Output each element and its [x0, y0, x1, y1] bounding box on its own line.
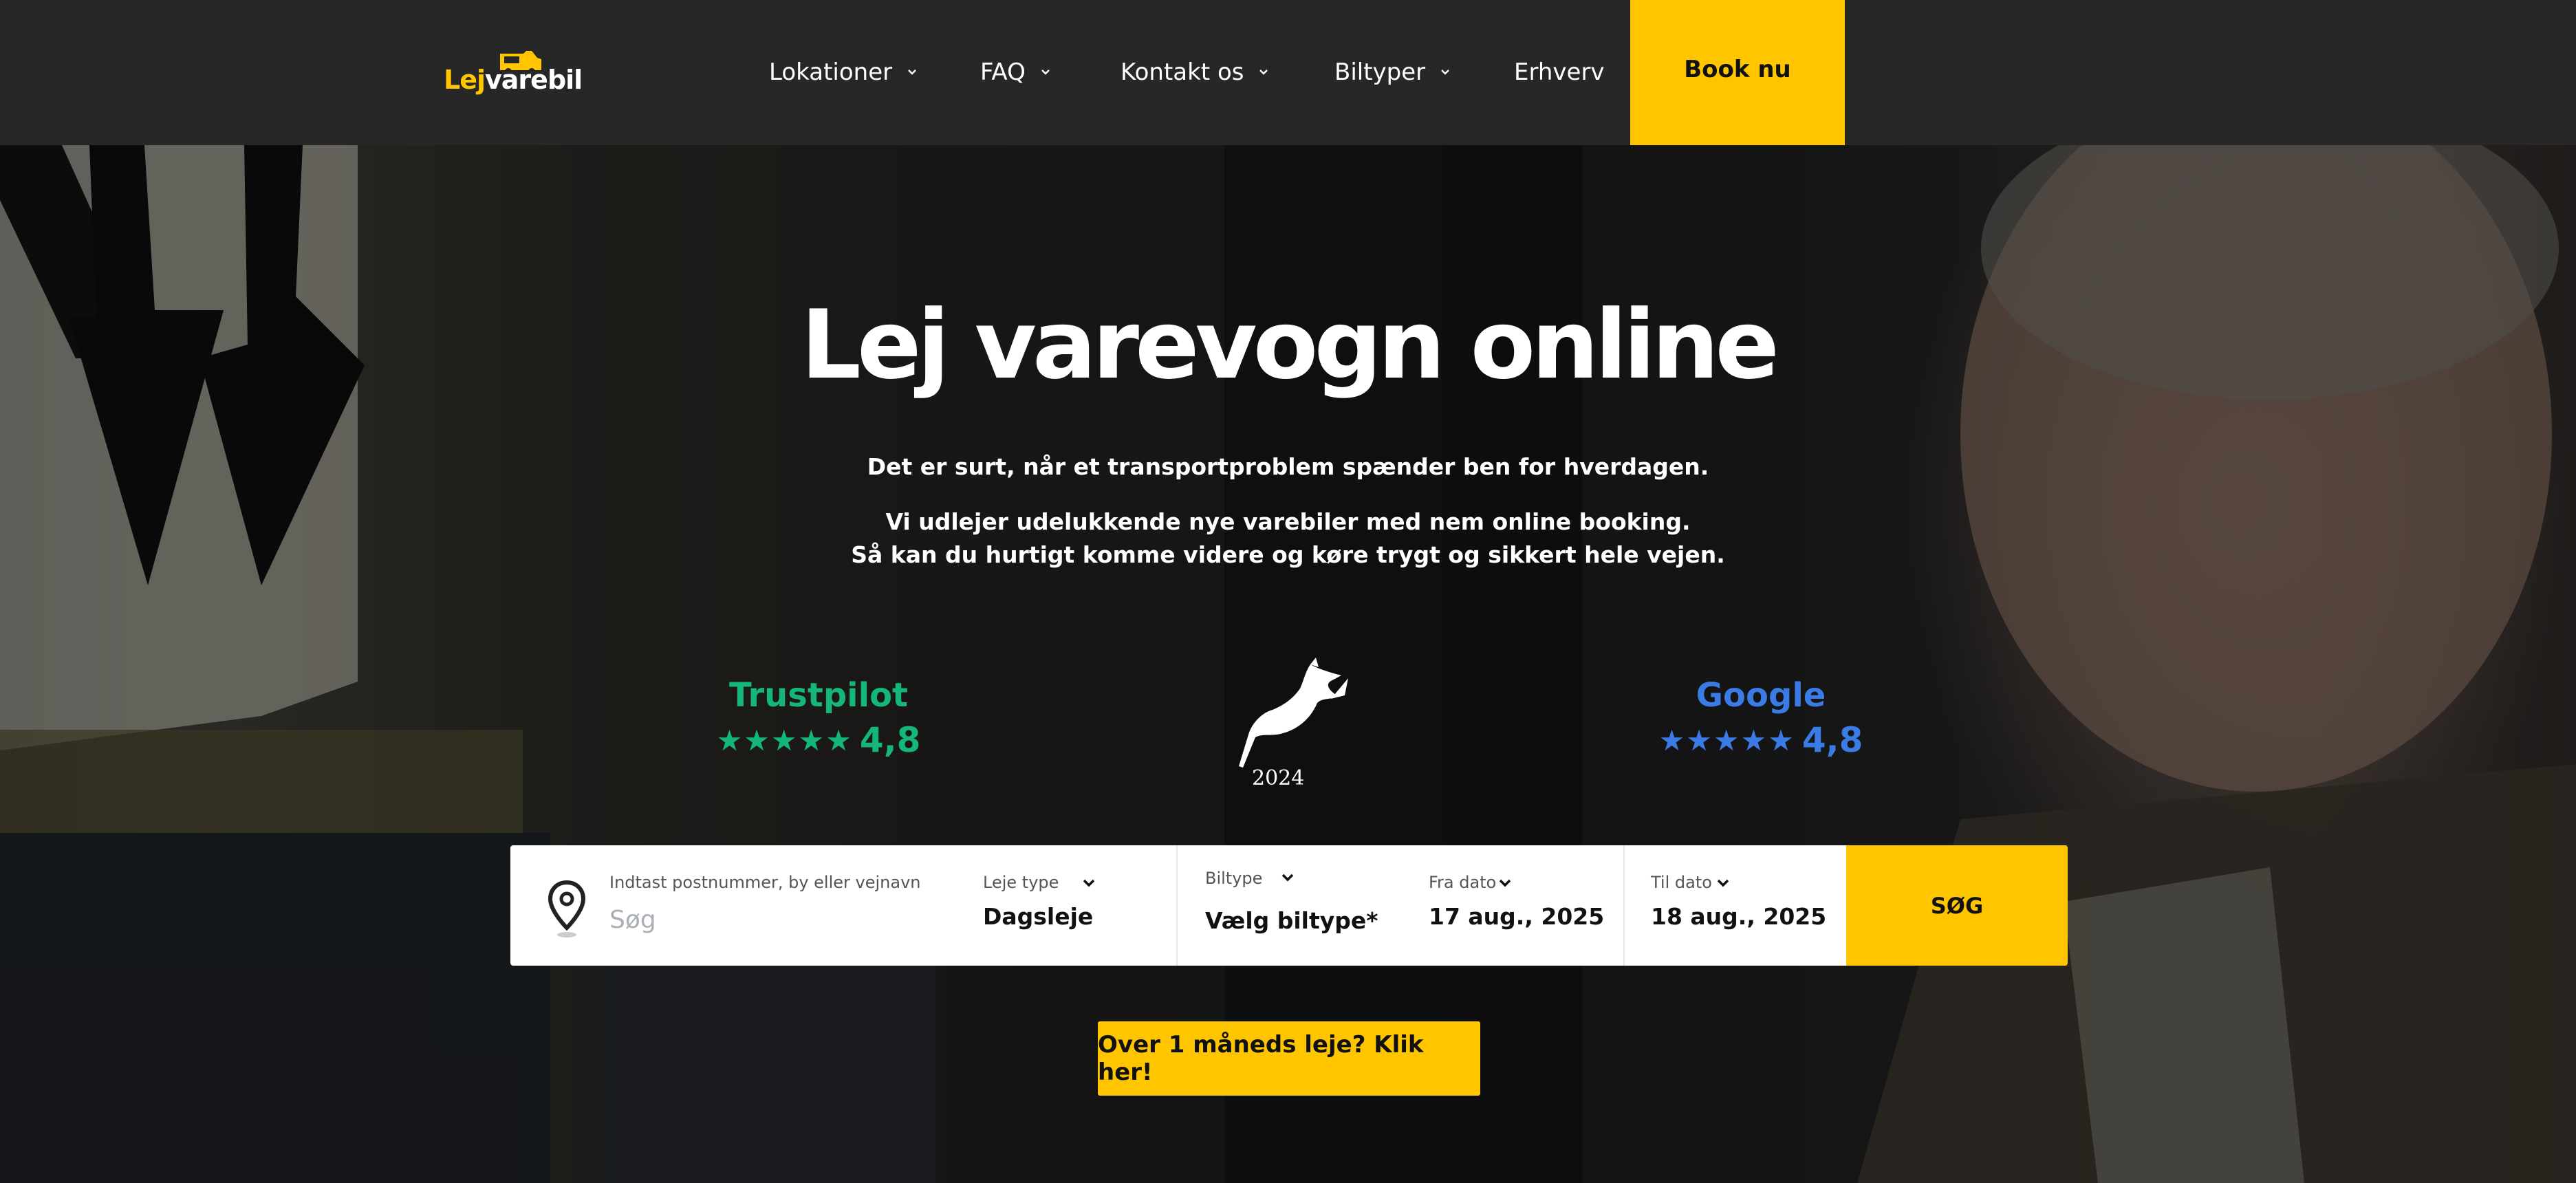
- rent-type-select[interactable]: Leje type Dagsleje: [964, 845, 1164, 966]
- nav-lokationer-label: Lokationer: [769, 58, 893, 86]
- car-type-value: Vælg biltype*: [1205, 907, 1378, 934]
- chevron-down-icon: [1441, 69, 1450, 75]
- nav-kontakt-os-label: Kontakt os: [1121, 58, 1244, 86]
- chevron-down-icon: [1281, 873, 1294, 882]
- hero-body-line-2: Så kan du hurtigt komme videre og køre t…: [851, 541, 1725, 568]
- hero-section: Lej varevogn online Det er surt, når et …: [0, 145, 2576, 1183]
- from-date-value: 17 aug., 2025: [1429, 903, 1605, 930]
- trustpilot-rating[interactable]: Trustpilot ★★★★★ 4,8: [702, 675, 935, 760]
- nav-biltyper[interactable]: Biltyper: [1334, 55, 1453, 89]
- chevron-down-icon: [1717, 879, 1729, 887]
- search-submit-button[interactable]: SØG: [1846, 845, 2068, 966]
- to-date-label: Til dato: [1651, 873, 1712, 892]
- logo-text-lej: Lej: [444, 65, 486, 95]
- chevron-down-icon: [1083, 879, 1095, 887]
- logo-wordmark: Lejvarebil: [444, 65, 583, 95]
- rent-type-label: Leje type: [983, 873, 1059, 892]
- car-type-select[interactable]: Biltype Vælg biltype*: [1178, 845, 1400, 966]
- google-score: 4,8: [1801, 720, 1863, 760]
- google-rating[interactable]: Google ★★★★★ 4,8: [1644, 675, 1878, 760]
- google-stars-icon: ★★★★★: [1658, 723, 1795, 757]
- from-date-label: Fra dato: [1429, 873, 1497, 892]
- location-label: Indtast postnummer, by eller vejnavn: [609, 873, 921, 892]
- to-date-picker[interactable]: Til dato 18 aug., 2025: [1625, 845, 1845, 966]
- car-type-label: Biltype: [1205, 869, 1263, 888]
- logo-text-varebil: varebil: [485, 65, 583, 95]
- chevron-down-icon: [908, 69, 916, 75]
- nav-erhverv-label: Erhverv: [1514, 58, 1605, 86]
- hero-body-line-1: Vi udlejer udelukkende nye varebiler med…: [885, 508, 1691, 535]
- nav-erhverv[interactable]: Erhverv: [1514, 55, 1605, 89]
- nav-kontakt-os[interactable]: Kontakt os: [1121, 55, 1271, 89]
- from-date-picker[interactable]: Fra dato 17 aug., 2025: [1400, 845, 1606, 966]
- location-search-input[interactable]: [609, 900, 953, 939]
- chevron-down-icon: [1259, 69, 1268, 75]
- hero-title: Lej varevogn online: [801, 290, 1779, 400]
- nav-biltyper-label: Biltyper: [1334, 58, 1426, 86]
- trustpilot-label: Trustpilot: [728, 676, 908, 715]
- rent-type-value: Dagsleje: [983, 903, 1094, 930]
- book-now-button[interactable]: Book nu: [1630, 0, 1845, 145]
- to-date-value: 18 aug., 2025: [1651, 903, 1827, 930]
- nav-lokationer[interactable]: Lokationer: [769, 55, 920, 89]
- monthly-rental-button[interactable]: Over 1 måneds leje? Klik her!: [1098, 1021, 1480, 1096]
- gazelle-award-badge: 2024: [1228, 658, 1352, 795]
- booking-search-bar: Indtast postnummer, by eller vejnavn Lej…: [510, 845, 2068, 966]
- nav-faq[interactable]: FAQ: [980, 55, 1053, 89]
- location-pin-icon: [548, 880, 586, 937]
- chevron-down-icon: [1041, 69, 1050, 75]
- trustpilot-stars-icon: ★★★★★: [716, 723, 853, 757]
- trustpilot-score: 4,8: [859, 720, 921, 760]
- gazelle-icon: [1239, 658, 1348, 768]
- chevron-down-icon: [1499, 879, 1511, 887]
- google-label: Google: [1696, 676, 1826, 715]
- nav-faq-label: FAQ: [980, 58, 1026, 86]
- award-year: 2024: [1252, 766, 1305, 790]
- hero-intro-text: Det er surt, når et transportproblem spæ…: [867, 453, 1709, 480]
- top-navbar: Lejvarebil Lokationer FAQ Kontakt os Bil…: [0, 0, 2576, 145]
- brand-logo[interactable]: Lejvarebil: [444, 50, 583, 98]
